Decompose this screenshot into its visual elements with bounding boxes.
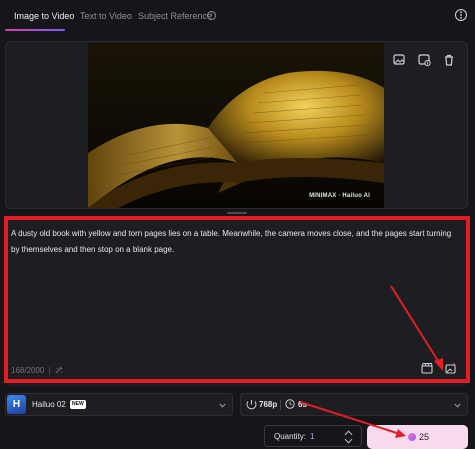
model-name: Hailuo 02 — [32, 400, 66, 409]
prompt-input[interactable]: A dusty old book with yellow and torn pa… — [11, 226, 461, 257]
delete-icon[interactable] — [441, 52, 457, 68]
generate-button[interactable]: 25 — [367, 425, 468, 449]
divider — [280, 400, 281, 410]
prompt-hint-icon[interactable] — [54, 365, 64, 375]
new-badge: NEW — [70, 400, 86, 409]
hailuo-logo-icon: H — [7, 395, 26, 414]
tab-image-to-video[interactable]: Image to Video — [14, 11, 74, 21]
crop-image-icon[interactable] — [416, 52, 432, 68]
model-select[interactable]: H Hailuo 02 NEW — [5, 393, 233, 416]
chevron-down-icon — [219, 403, 226, 408]
clock-icon — [285, 399, 295, 409]
duration-value: 6s — [298, 400, 307, 409]
resize-handle[interactable] — [227, 212, 247, 214]
resolution-value: 768p — [259, 400, 278, 409]
resolution-icon — [246, 400, 257, 410]
tab-subject-reference[interactable]: Subject Reference — [138, 11, 212, 21]
quantity-label: Quantity: — [274, 432, 307, 441]
uploaded-image: MINIMAX · Hailuo AI — [88, 43, 384, 208]
quantity-stepper[interactable]: Quantity: 1 — [264, 425, 362, 447]
video-settings-select[interactable]: 768p 6s — [240, 393, 468, 416]
watermark: MINIMAX · Hailuo AI — [309, 193, 370, 199]
decrement-icon[interactable] — [344, 438, 353, 444]
credits-cost: 25 — [419, 432, 430, 442]
more-options-icon[interactable] — [455, 8, 467, 22]
increment-icon[interactable] — [344, 430, 353, 436]
clapperboard-icon[interactable] — [420, 361, 434, 375]
magic-image-icon[interactable] — [444, 361, 458, 375]
active-tab-indicator — [5, 29, 65, 31]
info-icon[interactable]: i — [207, 11, 216, 20]
chevron-down-icon — [454, 403, 461, 408]
tab-text-to-video[interactable]: Text to Video — [80, 11, 132, 21]
character-count: 168/2000 — [11, 366, 45, 375]
replace-image-icon[interactable] — [391, 52, 407, 68]
divider — [49, 367, 50, 375]
mode-tabs: Image to Video Text to Video Subject Ref… — [0, 0, 475, 34]
credits-icon — [408, 433, 416, 441]
quantity-value: 1 — [310, 432, 315, 441]
